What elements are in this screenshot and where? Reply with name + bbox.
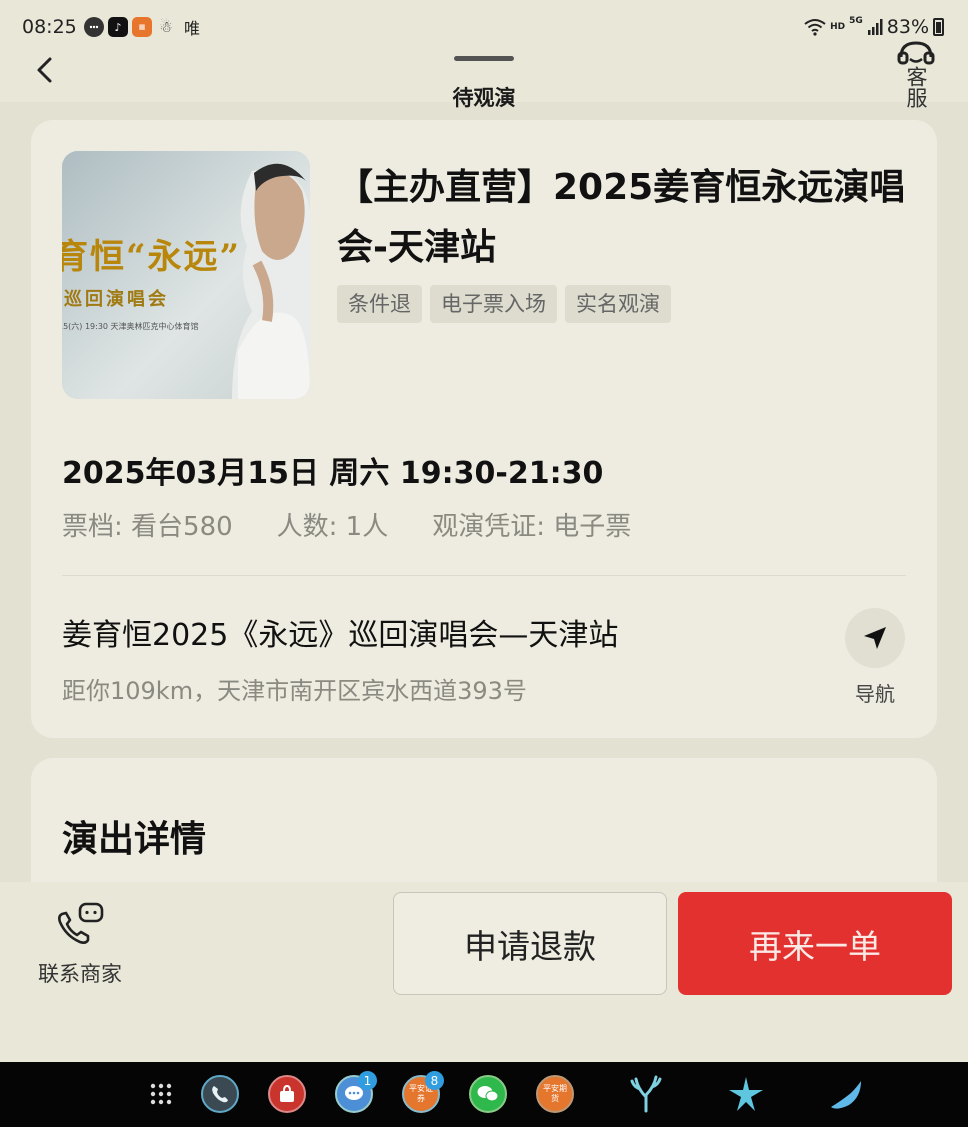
- navigation-label: 导航: [855, 682, 895, 706]
- futures-app-label: 平安期货: [543, 1084, 567, 1103]
- app-drawer-button[interactable]: [142, 1075, 180, 1113]
- dock-wechat-app[interactable]: [469, 1075, 507, 1113]
- navigation-button[interactable]: 导航: [843, 608, 907, 707]
- carrier-text: 唯: [184, 19, 201, 38]
- bottom-action-bar: 联系商家 申请退款 再来一单: [0, 882, 968, 1062]
- status-time: 08:25: [22, 16, 77, 38]
- show-details-title: 演出详情: [62, 819, 207, 860]
- signal-icon: [867, 19, 883, 35]
- apply-refund-button[interactable]: 申请退款: [393, 892, 667, 995]
- phone-chat-icon: [58, 902, 104, 944]
- page-title: 待观演: [452, 86, 516, 110]
- venue-address: 距你109km，天津市南开区宾水西道393号: [62, 677, 527, 705]
- securities-badge: 8: [425, 1071, 444, 1090]
- app-dock: 1 平安证券 8 平安期货: [0, 1062, 968, 1127]
- poster-small-text: 15(六) 19:30 天津奥林匹克中心体育馆: [62, 322, 199, 331]
- navigation-arrow-icon: [864, 627, 886, 649]
- venue-name: 姜育恒2025《永远》巡回演唱会—天津站: [62, 618, 619, 653]
- event-title: 【主办直营】2025姜育恒永远演唱会-天津站: [337, 167, 906, 268]
- dock-shopping-app[interactable]: [268, 1075, 306, 1113]
- wifi-icon: [804, 19, 826, 36]
- poster-subtitle-text: 巡回演唱会: [64, 289, 169, 310]
- notification-icons: ♪ ▦ ☃ 唯: [84, 15, 200, 39]
- headset-icon: [897, 41, 935, 65]
- coral-wallpaper-icon: [627, 1075, 665, 1113]
- poster-title-text: 育恒“永远”: [62, 237, 242, 277]
- wechat-icon: [477, 1086, 499, 1102]
- dock-messages-app[interactable]: 1: [335, 1071, 377, 1113]
- customer-service-button[interactable]: 客服: [890, 40, 942, 112]
- ticket-voucher: 观演凭证: 电子票: [432, 512, 632, 542]
- battery-percent: 83%: [886, 16, 929, 38]
- event-datetime: 2025年03月15日 周六 19:30-21:30: [62, 456, 604, 491]
- contact-merchant-label: 联系商家: [38, 962, 122, 986]
- event-tags: 条件退 电子票入场 实名观演: [337, 285, 671, 323]
- phone-icon: [212, 1086, 228, 1103]
- system-status: HD 5G 83%: [804, 16, 944, 38]
- securities-notification-icon: ▦: [132, 17, 152, 37]
- page-header: 待观演 客服: [0, 40, 968, 110]
- tag-conditional-refund: 条件退: [337, 285, 422, 323]
- dolphin-wallpaper-icon: [827, 1075, 865, 1113]
- event-poster[interactable]: 育恒“永远” 巡回演唱会 15(六) 19:30 天津奥林匹克中心体育馆: [62, 151, 310, 399]
- messages-badge: 1: [358, 1071, 377, 1090]
- network-gen: 5G: [849, 16, 863, 26]
- hd-indicator: HD: [830, 22, 846, 32]
- event-card[interactable]: 育恒“永远” 巡回演唱会 15(六) 19:30 天津奥林匹克中心体育馆 【主办…: [31, 120, 937, 738]
- grid-icon: [150, 1083, 172, 1105]
- battery-icon: [933, 18, 944, 36]
- dock-securities-app[interactable]: 平安证券 8: [402, 1071, 444, 1113]
- ticket-tier: 票档: 看台580: [62, 512, 233, 542]
- shopping-bag-icon: [280, 1084, 294, 1102]
- divider: [62, 575, 906, 576]
- contact-merchant-button[interactable]: 联系商家: [30, 902, 130, 988]
- chat-notification-icon: [84, 17, 104, 37]
- sheet-drag-handle[interactable]: [454, 56, 514, 61]
- tag-e-ticket: 电子票入场: [430, 285, 557, 323]
- dock-futures-app[interactable]: 平安期货: [536, 1075, 574, 1113]
- starfish-wallpaper-icon: [727, 1075, 765, 1113]
- tiktok-notification-icon: ♪: [108, 17, 128, 37]
- ticket-info: 票档: 看台580 人数: 1人 观演凭证: 电子票: [62, 506, 631, 543]
- dock-phone-app[interactable]: [201, 1075, 239, 1113]
- reorder-button[interactable]: 再来一单: [678, 892, 952, 995]
- navigation-circle[interactable]: [845, 608, 905, 668]
- customer-service-label: 客服: [904, 66, 928, 108]
- qq-notification-icon: ☃: [159, 18, 173, 36]
- tag-real-name: 实名观演: [565, 285, 671, 323]
- ticket-people: 人数: 1人: [276, 512, 389, 542]
